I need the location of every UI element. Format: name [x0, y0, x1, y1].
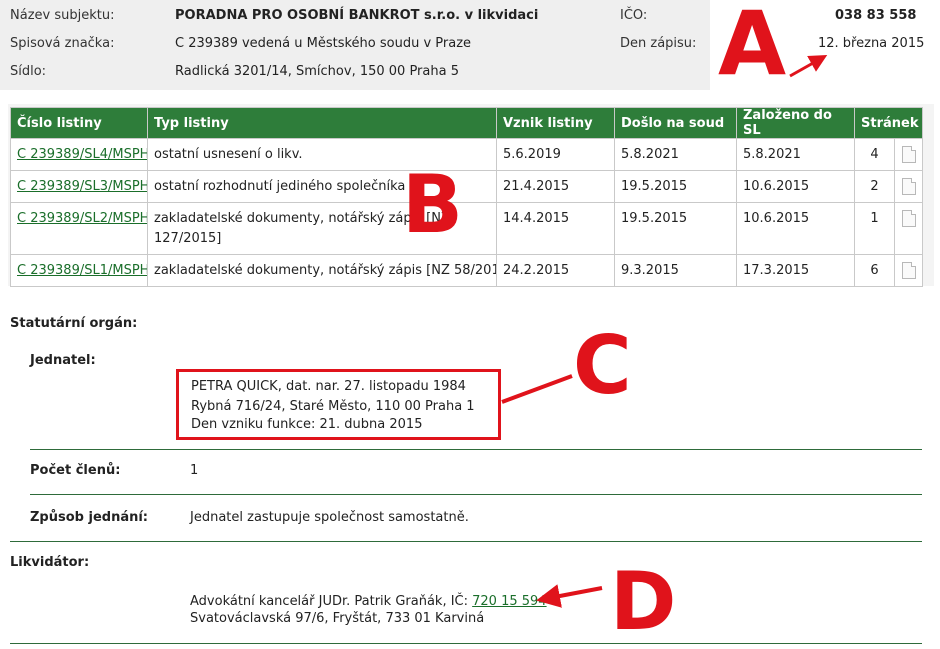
document-received: 19.5.2015: [614, 202, 737, 255]
document-pages: 2: [854, 170, 895, 203]
director-function-date-line: Den vzniku funkce: 21. dubna 2015: [191, 417, 423, 432]
annotation-arrows: [501, 55, 828, 608]
table-header-row: Číslo listiny Typ listiny Vznik listiny …: [10, 107, 924, 139]
column-header-document-type[interactable]: Typ listiny: [147, 107, 497, 139]
document-filed: 5.8.2021: [736, 138, 855, 171]
document-file-icon[interactable]: [901, 146, 916, 163]
document-filed: 17.3.2015: [736, 254, 855, 287]
table-row: C 239389/SL3/MSPH ostatní rozhodnutí jed…: [10, 170, 924, 203]
members-count-value: 1: [190, 463, 199, 478]
annotation-letter-c: C: [573, 319, 632, 412]
liquidator-name-line: Advokátní kancelář JUDr. Patrik Graňák, …: [190, 594, 547, 609]
document-received: 9.3.2015: [614, 254, 737, 287]
ico-label: IČO:: [620, 8, 648, 23]
director-address-line: Rybná 716/24, Staré Město, 110 00 Praha …: [191, 399, 475, 414]
document-received: 5.8.2021: [614, 138, 737, 171]
document-link[interactable]: C 239389/SL3/MSPH: [17, 179, 147, 194]
document-filed: 10.6.2015: [736, 170, 855, 203]
table-row: C 239389/SL2/MSPH zakladatelské dokument…: [10, 202, 924, 255]
conduct-label: Způsob jednání:: [30, 510, 149, 525]
liquidator-name: Advokátní kancelář JUDr. Patrik Graňák, …: [190, 594, 473, 609]
document-created: 21.4.2015: [496, 170, 615, 203]
section-divider: [30, 449, 922, 450]
liquidator-heading: Likvidátor:: [10, 555, 90, 570]
document-link[interactable]: C 239389/SL1/MSPH: [17, 263, 147, 278]
file-number-label: Spisová značka:: [10, 36, 115, 51]
column-header-pages[interactable]: Stránek: [853, 107, 924, 139]
document-received: 19.5.2015: [614, 170, 737, 203]
document-created: 24.2.2015: [496, 254, 615, 287]
document-filed: 10.6.2015: [736, 202, 855, 255]
ico-value: 038 83 558: [835, 8, 917, 23]
document-file-icon[interactable]: [901, 210, 916, 227]
seat-label: Sídlo:: [10, 64, 47, 79]
column-header-received[interactable]: Došlo na soud: [614, 107, 737, 139]
file-number-value: C 239389 vedená u Městského soudu v Praz…: [175, 36, 472, 51]
seat-value: Radlická 3201/14, Smíchov, 150 00 Praha …: [175, 64, 459, 79]
director-name-line: PETRA QUICK, dat. nar. 27. listopadu 198…: [191, 379, 466, 394]
section-divider: [30, 494, 922, 495]
arrow-to-liquidator-ico: [536, 584, 603, 608]
section-divider: [10, 541, 922, 542]
document-created: 5.6.2019: [496, 138, 615, 171]
annotation-letter-a: A: [718, 0, 787, 95]
conduct-value: Jednatel zastupuje společnost samostatně…: [190, 510, 469, 525]
document-link[interactable]: C 239389/SL4/MSPH: [17, 147, 147, 162]
director-label: Jednatel:: [30, 353, 96, 368]
liquidator-address-line: Svatováclavská 97/6, Fryštát, 733 01 Kar…: [190, 611, 485, 626]
members-count-label: Počet členů:: [30, 463, 121, 478]
column-header-document-number[interactable]: Číslo listiny: [10, 107, 148, 139]
table-row: C 239389/SL4/MSPH ostatní usnesení o lik…: [10, 138, 924, 171]
annotation-letter-b: B: [402, 158, 463, 251]
document-created: 14.4.2015: [496, 202, 615, 255]
documents-table: Číslo listiny Typ listiny Vznik listiny …: [10, 107, 924, 287]
column-header-created[interactable]: Vznik listiny: [496, 107, 615, 139]
registration-date-value: 12. března 2015: [818, 36, 925, 51]
line-to-director-box: [501, 374, 573, 404]
document-file-icon[interactable]: [901, 178, 916, 195]
registration-date-label: Den zápisu:: [620, 36, 697, 51]
document-pages: 4: [854, 138, 895, 171]
document-pages: 1: [854, 202, 895, 255]
table-row: C 239389/SL1/MSPH zakladatelské dokument…: [10, 254, 924, 287]
document-pages: 6: [854, 254, 895, 287]
document-link[interactable]: C 239389/SL2/MSPH: [17, 211, 147, 226]
arrow-to-registration-date: [789, 55, 828, 78]
statutory-body-heading: Statutární orgán:: [10, 316, 138, 331]
subject-name-label: Název subjektu:: [10, 8, 115, 23]
document-type: zakladatelské dokumenty, notářský zápis …: [147, 254, 497, 287]
column-header-filed[interactable]: Založeno do SL: [736, 107, 855, 139]
section-divider: [10, 643, 922, 644]
annotation-letter-d: D: [610, 555, 677, 648]
document-file-icon[interactable]: [901, 262, 916, 279]
subject-name-value: PORADNA PRO OSOBNÍ BANKROT s.r.o. v likv…: [175, 8, 539, 23]
liquidator-ico-link[interactable]: 720 15 594: [472, 594, 546, 609]
